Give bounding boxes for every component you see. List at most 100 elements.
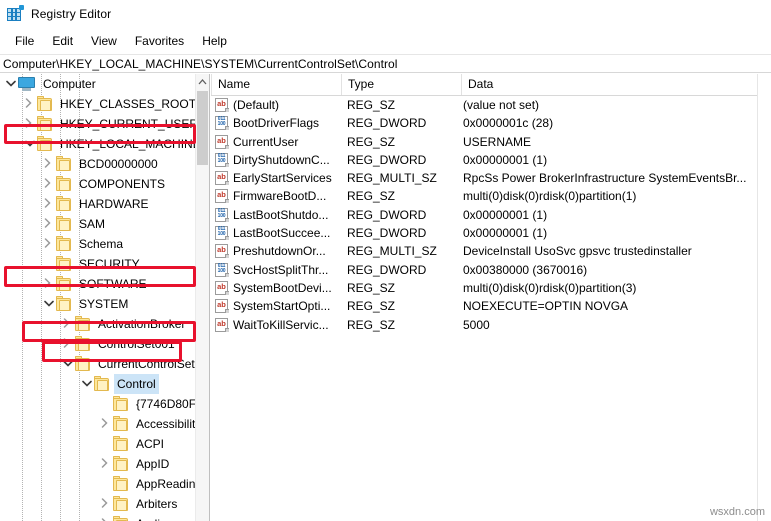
folder-icon	[75, 358, 90, 371]
chevron-right-icon[interactable]	[59, 314, 75, 334]
chevron-right-icon[interactable]	[40, 214, 56, 234]
chevron-down-icon[interactable]	[2, 74, 18, 94]
tree-item-acpi[interactable]: ACPI	[0, 434, 196, 454]
tree-scrollbar[interactable]	[195, 74, 209, 521]
registry-value-row[interactable]: abSystemStartOpti...REG_SZ NOEXECUTE=OPT…	[211, 297, 771, 315]
value-data: NOEXECUTE=OPTIN NOVGA	[463, 297, 768, 315]
chevron-right-icon[interactable]	[40, 274, 56, 294]
tree-item-label: BCD00000000	[76, 154, 161, 174]
chevron-right-icon[interactable]	[97, 494, 113, 514]
tree-item-appid[interactable]: AppID	[0, 454, 196, 474]
tree-item-accessibilitysetti[interactable]: AccessibilitySetti	[0, 414, 196, 434]
value-name: BootDriverFlags	[233, 114, 343, 132]
tree-item-control[interactable]: Control	[0, 374, 196, 394]
value-name: PreshutdownOr...	[233, 242, 343, 260]
registry-value-row[interactable]: abFirmwareBootD...REG_SZmulti(0)disk(0)r…	[211, 187, 771, 205]
folder-icon	[37, 118, 52, 131]
tree-item-system[interactable]: SYSTEM	[0, 294, 196, 314]
chevron-down-icon[interactable]	[21, 134, 37, 154]
registry-value-row[interactable]: 011100BootDriverFlagsREG_DWORD0x0000001c…	[211, 114, 771, 132]
registry-value-row[interactable]: ab(Default)REG_SZ(value not set)	[211, 96, 771, 114]
folder-icon	[113, 458, 128, 471]
chevron-right-icon[interactable]	[40, 234, 56, 254]
folder-icon	[56, 158, 71, 171]
chevron-right-icon[interactable]	[21, 114, 37, 134]
column-header-data[interactable]: Data	[461, 74, 770, 95]
string-value-icon: ab	[215, 98, 229, 112]
registry-value-row[interactable]: 011100LastBootShutdo...REG_DWORD0x000000…	[211, 206, 771, 224]
chevron-right-icon[interactable]	[97, 414, 113, 434]
column-header-name[interactable]: Name	[211, 74, 341, 95]
scroll-up-icon[interactable]	[196, 74, 209, 90]
registry-value-row[interactable]: 011100DirtyShutdownC...REG_DWORD0x000000…	[211, 151, 771, 169]
list-right-edge	[757, 74, 771, 521]
value-name: DirtyShutdownC...	[233, 151, 343, 169]
list-column-headers: Name Type Data	[211, 74, 771, 96]
registry-value-row[interactable]: 011100LastBootSuccee...REG_DWORD0x000000…	[211, 224, 771, 242]
folder-icon	[56, 238, 71, 251]
value-type: REG_DWORD	[347, 114, 462, 132]
chevron-right-icon[interactable]	[97, 454, 113, 474]
registry-value-row[interactable]: abCurrentUserREG_SZUSERNAME	[211, 133, 771, 151]
chevron-right-icon[interactable]	[97, 514, 113, 521]
value-name: LastBootSuccee...	[233, 224, 343, 242]
chevron-right-icon[interactable]	[59, 334, 75, 354]
tree-item-currentcontrolset[interactable]: CurrentControlSet	[0, 354, 196, 374]
tree-item-components[interactable]: COMPONENTS	[0, 174, 196, 194]
registry-value-row[interactable]: 011100SvcHostSplitThr...REG_DWORD0x00380…	[211, 261, 771, 279]
registry-value-row[interactable]: abPreshutdownOr...REG_MULTI_SZDeviceInst…	[211, 242, 771, 260]
chevron-right-icon[interactable]	[40, 194, 56, 214]
chevron-right-icon[interactable]	[40, 154, 56, 174]
tree-leaf-spacer	[40, 254, 56, 274]
folder-icon	[56, 258, 71, 271]
tree-item-bcd00000000[interactable]: BCD00000000	[0, 154, 196, 174]
menu-item-edit[interactable]: Edit	[43, 31, 82, 51]
tree-item-hkey-current-user[interactable]: HKEY_CURRENT_USER	[0, 114, 196, 134]
address-path: Computer\HKEY_LOCAL_MACHINE\SYSTEM\Curre…	[3, 57, 397, 71]
registry-tree-pane[interactable]: ComputerHKEY_CLASSES_ROOTHKEY_CURRENT_US…	[0, 74, 210, 521]
value-data: 0x00000001 (1)	[463, 206, 768, 224]
tree-item-appreadiness[interactable]: AppReadiness	[0, 474, 196, 494]
tree-item-label: Schema	[76, 234, 126, 254]
tree-item-7746d80f-97e0[interactable]: {7746D80F-97E0-	[0, 394, 196, 414]
tree-item-audio[interactable]: Audio	[0, 514, 196, 521]
tree-item-controlset001[interactable]: ControlSet001	[0, 334, 196, 354]
address-bar[interactable]: Computer\HKEY_LOCAL_MACHINE\SYSTEM\Curre…	[0, 54, 771, 73]
registry-value-row[interactable]: abEarlyStartServicesREG_MULTI_SZRpcSs Po…	[211, 169, 771, 187]
chevron-right-icon[interactable]	[40, 174, 56, 194]
value-name: FirmwareBootD...	[233, 187, 343, 205]
tree-item-arbiters[interactable]: Arbiters	[0, 494, 196, 514]
tree-scrollbar-thumb[interactable]	[197, 91, 208, 165]
tree-item-activationbroker[interactable]: ActivationBroker	[0, 314, 196, 334]
tree-item-sam[interactable]: SAM	[0, 214, 196, 234]
folder-icon	[113, 398, 128, 411]
value-data: 5000	[463, 316, 768, 334]
column-header-type[interactable]: Type	[341, 74, 461, 95]
menu-item-view[interactable]: View	[82, 31, 126, 51]
tree-item-label: CurrentControlSet	[95, 354, 196, 374]
menu-item-help[interactable]: Help	[193, 31, 236, 51]
chevron-down-icon[interactable]	[40, 294, 56, 314]
registry-values-pane[interactable]: Name Type Data ab(Default)REG_SZ(value n…	[211, 74, 771, 521]
folder-icon	[56, 198, 71, 211]
menu-item-file[interactable]: File	[6, 31, 43, 51]
registry-value-row[interactable]: abSystemBootDevi...REG_SZmulti(0)disk(0)…	[211, 279, 771, 297]
tree-item-hkey-classes-root[interactable]: HKEY_CLASSES_ROOT	[0, 94, 196, 114]
menu-item-favorites[interactable]: Favorites	[126, 31, 193, 51]
folder-icon	[113, 478, 128, 491]
folder-icon	[113, 438, 128, 451]
chevron-down-icon[interactable]	[78, 374, 94, 394]
chevron-right-icon[interactable]	[21, 94, 37, 114]
tree-item-schema[interactable]: Schema	[0, 234, 196, 254]
tree-item-label: ACPI	[133, 434, 167, 454]
registry-value-row[interactable]: abWaitToKillServic...REG_SZ5000	[211, 316, 771, 334]
registry-tree[interactable]: ComputerHKEY_CLASSES_ROOTHKEY_CURRENT_US…	[0, 74, 196, 521]
tree-item-hardware[interactable]: HARDWARE	[0, 194, 196, 214]
tree-item-security[interactable]: SECURITY	[0, 254, 196, 274]
tree-item-label: SOFTWARE	[76, 274, 150, 294]
tree-item-hkey-local-machine[interactable]: HKEY_LOCAL_MACHINE	[0, 134, 196, 154]
chevron-down-icon[interactable]	[59, 354, 75, 374]
tree-item-software[interactable]: SOFTWARE	[0, 274, 196, 294]
folder-icon	[56, 178, 71, 191]
tree-item-computer[interactable]: Computer	[0, 74, 196, 94]
